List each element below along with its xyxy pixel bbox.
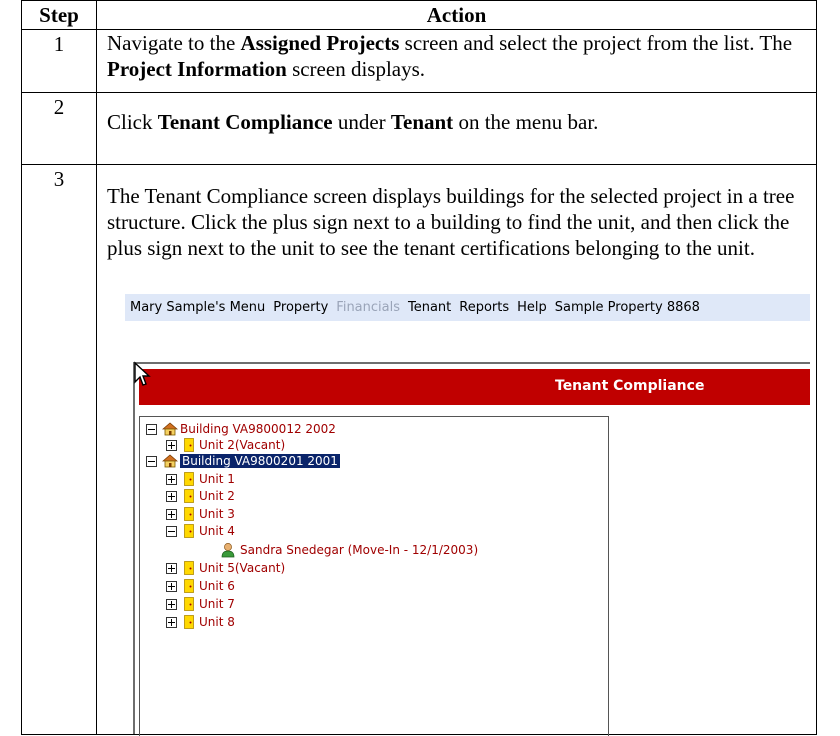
expand-plus-icon[interactable]: [166, 580, 177, 592]
action-text: Navigate to the Assigned Projects screen…: [107, 30, 810, 82]
text-run: Click: [107, 110, 158, 134]
tree-node-building[interactable]: Building VA9800012 2002: [146, 421, 336, 437]
tree-node-label[interactable]: Unit 5(Vacant): [199, 561, 285, 575]
expand-plus-icon[interactable]: [166, 508, 177, 520]
tree-node-label[interactable]: Unit 1: [199, 472, 235, 486]
text-run: screen and select the project from the l…: [399, 31, 793, 55]
tree-node-label[interactable]: Unit 2: [199, 489, 235, 503]
tree-node-tenant[interactable]: Sandra Snedegar (Move-In - 12/1/2003): [220, 542, 478, 558]
tree-node-label[interactable]: Unit 6: [199, 579, 235, 593]
tenant-compliance-screenshot: Mary Sample's Menu Property Financials Tena…: [107, 294, 810, 736]
app-menu-bar: Mary Sample's Menu Property Financials Tena…: [125, 294, 810, 321]
tenant-person-icon: [221, 543, 235, 558]
menu-item-tenant[interactable]: Tenant: [408, 300, 451, 315]
action-text: The Tenant Compliance screen displays bu…: [107, 184, 795, 260]
menu-item-reports[interactable]: Reports: [459, 300, 509, 315]
tree-node-label[interactable]: Unit 2(Vacant): [199, 438, 285, 452]
unit-door-icon: [184, 524, 194, 538]
menu-item-help[interactable]: Help: [517, 300, 547, 315]
expand-plus-icon[interactable]: [166, 490, 177, 502]
expand-plus-icon[interactable]: [166, 439, 177, 451]
expand-plus-icon[interactable]: [166, 598, 177, 610]
tree-node-label[interactable]: Unit 4: [199, 524, 235, 538]
text-run: Navigate to the: [107, 31, 241, 55]
tree-node-label[interactable]: Building VA9800012 2002: [180, 422, 336, 436]
action-cell: Click Tenant Compliance under Tenant on …: [96, 92, 817, 165]
tree-node-unit[interactable]: Unit 4: [166, 523, 235, 539]
tree-node-unit[interactable]: Unit 3: [166, 506, 235, 522]
title-bar: Tenant Compliance: [139, 369, 810, 405]
step-header: Step: [21, 0, 97, 30]
text-run: screen displays.: [286, 57, 426, 81]
table-row: 1 Navigate to the Assigned Projects scre…: [21, 29, 817, 93]
table-row: 2 Click Tenant Compliance under Tenant o…: [21, 92, 817, 165]
procedure-table: Step Action 1 Navigate to the Assigned P…: [21, 0, 817, 736]
expand-plus-icon[interactable]: [166, 562, 177, 574]
action-header: Action: [96, 0, 817, 30]
tree-node-building[interactable]: Building VA9800201 2001: [146, 453, 340, 469]
text-run: under: [332, 110, 391, 134]
tree-node-unit[interactable]: Unit 2: [166, 488, 235, 504]
step-number: 2: [21, 92, 97, 165]
building-icon: [162, 454, 178, 468]
expand-plus-icon[interactable]: [166, 473, 177, 485]
tree-node-label[interactable]: Unit 8: [199, 615, 235, 629]
tree-node-unit[interactable]: Unit 5(Vacant): [166, 560, 285, 576]
bold-term: Assigned Projects: [240, 31, 400, 55]
tree-node-unit[interactable]: Unit 6: [166, 578, 235, 594]
unit-door-icon: [184, 438, 194, 452]
bold-term: Project Information: [107, 57, 287, 81]
menu-item-mary-sample-s-menu[interactable]: Mary Sample's Menu: [130, 300, 265, 315]
building-icon: [162, 422, 178, 436]
app-window: Tenant Compliance Building VA9800012 200…: [133, 361, 810, 736]
menu-item-property[interactable]: Property: [273, 300, 328, 315]
bold-term: Tenant: [390, 110, 454, 134]
expand-plus-icon[interactable]: [166, 616, 177, 628]
tree-node-unit[interactable]: Unit 7: [166, 596, 235, 612]
unit-door-icon: [184, 489, 194, 503]
mouse-cursor-icon: [134, 361, 151, 386]
collapse-minus-icon[interactable]: [146, 423, 157, 435]
tree-node-unit[interactable]: Unit 1: [166, 471, 235, 487]
bold-term: Tenant Compliance: [157, 110, 333, 134]
menu-item-financials[interactable]: Financials: [336, 300, 400, 315]
unit-door-icon: [184, 507, 194, 521]
text-run: on the menu bar.: [453, 110, 599, 134]
table-row: 3 The Tenant Compliance screen displays …: [21, 164, 817, 736]
collapse-minus-icon[interactable]: [166, 525, 177, 537]
step-number: 1: [21, 29, 97, 93]
unit-door-icon: [184, 615, 194, 629]
unit-door-icon: [184, 597, 194, 611]
building-tree: Building VA9800012 2002 Unit 2(Vacant) Bui…: [139, 416, 609, 736]
action-cell: Navigate to the Assigned Projects screen…: [96, 29, 817, 93]
tree-node-label[interactable]: Sandra Snedegar (Move-In - 12/1/2003): [240, 543, 478, 557]
screen-title: Tenant Compliance: [555, 378, 705, 394]
menu-item-sample-property-8868[interactable]: Sample Property 8868: [555, 300, 700, 315]
unit-door-icon: [184, 561, 194, 575]
unit-door-icon: [184, 579, 194, 593]
unit-door-icon: [184, 472, 194, 486]
action-cell: The Tenant Compliance screen displays bu…: [96, 164, 817, 736]
collapse-minus-icon[interactable]: [146, 455, 157, 467]
table-header-row: Step Action: [21, 0, 817, 30]
step-number: 3: [21, 164, 97, 735]
tree-node-label[interactable]: Unit 3: [199, 507, 235, 521]
tree-node-label[interactable]: Unit 7: [199, 597, 235, 611]
tree-node-unit[interactable]: Unit 8: [166, 614, 235, 630]
tree-node-unit[interactable]: Unit 2(Vacant): [166, 437, 285, 453]
tree-node-label[interactable]: Building VA9800201 2001: [180, 454, 340, 468]
action-text: Click Tenant Compliance under Tenant on …: [107, 109, 810, 135]
